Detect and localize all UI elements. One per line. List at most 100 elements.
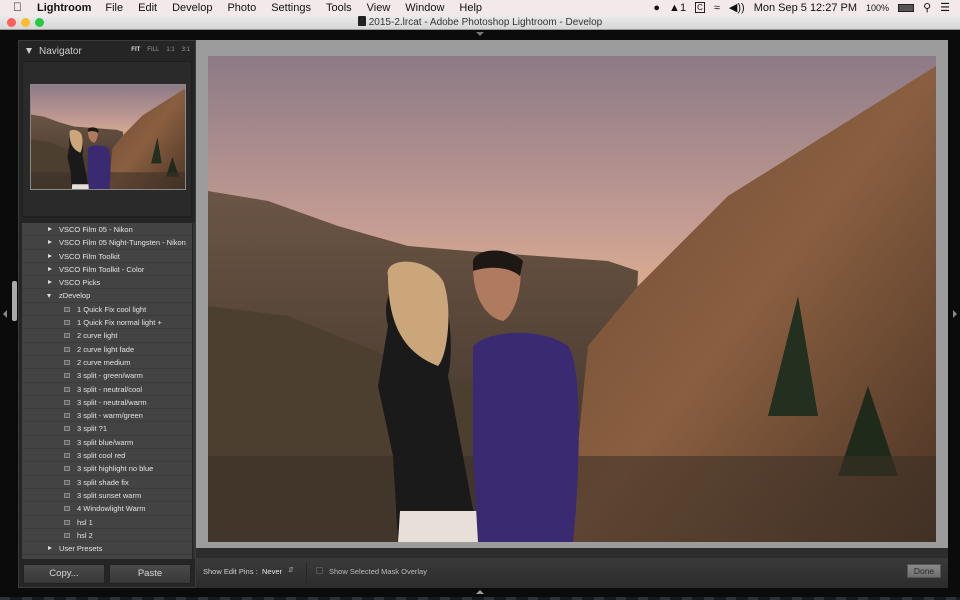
main-photo[interactable] bbox=[208, 56, 936, 542]
develop-toolbar: Show Edit Pins : Never ⇵ Show Selected M… bbox=[196, 558, 948, 588]
preset-item[interactable]: 3 split - warm/green bbox=[22, 409, 192, 423]
filmstrip-toggle-icon[interactable] bbox=[476, 590, 484, 594]
preset-icon bbox=[64, 373, 70, 379]
preset-item-label: hsl 2 bbox=[77, 530, 93, 540]
select-caret-icon[interactable]: ⇵ bbox=[288, 566, 294, 574]
navigator-zoom-options: FIT FILL 1:1 3:1 bbox=[131, 47, 190, 53]
menu-settings[interactable]: Settings bbox=[271, 2, 311, 14]
folder-expand-icon[interactable] bbox=[48, 280, 52, 285]
preset-item[interactable]: hsl 1 bbox=[22, 516, 192, 529]
preset-item[interactable]: 3 split shade fix bbox=[22, 476, 192, 489]
screen:  Lightroom File Edit Develop Photo Sett… bbox=[0, 0, 960, 600]
preset-item[interactable]: hsl 2 bbox=[22, 529, 192, 543]
preset-item[interactable]: 3 split sunset warm bbox=[22, 489, 192, 503]
preset-item[interactable]: 2 curve light bbox=[22, 329, 192, 343]
right-panel-toggle-icon[interactable] bbox=[953, 310, 957, 318]
preset-folder-label: VSCO Film 05 Night-Tungsten - Nikon bbox=[59, 238, 186, 248]
paste-settings-button[interactable]: Paste bbox=[109, 564, 191, 584]
volume-icon[interactable]: ◀)) bbox=[729, 1, 745, 14]
preset-icon bbox=[64, 506, 70, 512]
image-canvas bbox=[196, 40, 948, 548]
zoom-3-1[interactable]: 3:1 bbox=[182, 47, 190, 53]
preset-folder[interactable]: VSCO Film 05 - Nikon bbox=[22, 223, 192, 237]
menu-app-name[interactable]: Lightroom bbox=[37, 2, 91, 14]
folder-expand-icon[interactable] bbox=[48, 253, 52, 258]
navigator-thumbnail-image bbox=[31, 85, 185, 189]
window-title-text: 2015-2.lrcat - Adobe Photoshop Lightroom… bbox=[368, 17, 603, 28]
dropbox-icon[interactable]: ● bbox=[653, 2, 660, 14]
preset-item[interactable]: 3 split - neutral/warm bbox=[22, 396, 192, 410]
preset-item[interactable]: 2 curve medium bbox=[22, 356, 192, 370]
preset-item[interactable]: 2 curve light fade bbox=[22, 343, 192, 356]
presets-list: VSCO Film 05 - Nikon VSCO Film 05 Night-… bbox=[22, 223, 192, 559]
top-panel-toggle-icon[interactable] bbox=[476, 32, 484, 36]
creative-cloud-icon[interactable]: ▲1 bbox=[669, 2, 686, 14]
wifi-icon[interactable]: ≈ bbox=[714, 2, 720, 14]
preset-icon bbox=[64, 386, 70, 392]
folder-expand-icon[interactable] bbox=[48, 240, 52, 245]
navigator-thumbnail[interactable] bbox=[30, 84, 186, 190]
menu-tools[interactable]: Tools bbox=[326, 2, 352, 14]
preset-folder[interactable]: VSCO Picks bbox=[22, 276, 192, 290]
battery-icon[interactable] bbox=[898, 3, 915, 12]
preset-item[interactable]: 3 split cool red bbox=[22, 449, 192, 463]
zoom-fit[interactable]: FIT bbox=[131, 47, 140, 53]
spotlight-icon[interactable]: ⚲ bbox=[923, 1, 931, 14]
collapse-triangle-icon[interactable] bbox=[26, 48, 32, 54]
notification-center-icon[interactable]: ☰ bbox=[940, 1, 950, 14]
left-panel-scrollbar[interactable] bbox=[12, 281, 17, 321]
menu-photo[interactable]: Photo bbox=[227, 2, 256, 14]
preset-item[interactable]: 1 Quick Fix cool light bbox=[22, 303, 192, 317]
preset-icon bbox=[64, 466, 70, 472]
preset-folder[interactable]: VSCO Film Toolkit - Color bbox=[22, 263, 192, 277]
folder-expand-icon[interactable] bbox=[48, 546, 52, 551]
folder-expand-icon[interactable] bbox=[48, 227, 52, 231]
menu-file[interactable]: File bbox=[105, 2, 123, 14]
edit-pins-select[interactable]: Never bbox=[262, 567, 282, 576]
folder-expand-icon[interactable] bbox=[48, 266, 52, 271]
copy-settings-button[interactable]: Copy... bbox=[23, 564, 105, 584]
presets-scrollbar[interactable] bbox=[193, 223, 195, 559]
preset-item[interactable]: 4 Windowlight Warm bbox=[22, 502, 192, 516]
preset-item-label: 3 split ?1 bbox=[77, 424, 108, 434]
preset-folder[interactable]: VSCO Film 05 Night-Tungsten - Nikon bbox=[22, 236, 192, 250]
zoom-1-1[interactable]: 1:1 bbox=[166, 47, 174, 53]
preset-item-label: 3 split - green/warm bbox=[77, 371, 143, 381]
preset-icon bbox=[64, 320, 70, 326]
clock[interactable]: Mon Sep 5 12:27 PM bbox=[754, 2, 857, 14]
window-title: 2015-2.lrcat - Adobe Photoshop Lightroom… bbox=[0, 15, 960, 30]
preset-folder[interactable]: User Presets bbox=[22, 542, 192, 556]
preset-item-label: 3 split cool red bbox=[77, 451, 126, 461]
menu-view[interactable]: View bbox=[367, 2, 391, 14]
navigator-preview bbox=[22, 61, 192, 217]
preset-folder-label: User Presets bbox=[59, 544, 103, 554]
done-button[interactable]: Done bbox=[907, 564, 941, 578]
apple-menu-icon[interactable]:  bbox=[13, 0, 27, 15]
navigator-title: Navigator bbox=[39, 45, 82, 57]
menu-help[interactable]: Help bbox=[459, 2, 482, 14]
mask-overlay-checkbox[interactable] bbox=[316, 567, 323, 574]
preset-folder-open[interactable]: zDevelop bbox=[22, 289, 192, 303]
preset-item[interactable]: 3 split highlight no blue bbox=[22, 462, 192, 476]
preset-item[interactable]: 3 split - green/warm bbox=[22, 369, 192, 383]
preset-folder[interactable]: VSCO Film Toolkit bbox=[22, 250, 192, 263]
menu-edit[interactable]: Edit bbox=[138, 2, 157, 14]
menu-window[interactable]: Window bbox=[405, 2, 444, 14]
adobe-count: 1 bbox=[679, 1, 687, 14]
edit-pins-label: Show Edit Pins : bbox=[203, 567, 258, 576]
left-panel: Navigator FIT FILL 1:1 3:1 VSCO Film 05 … bbox=[18, 40, 196, 588]
left-panel-toggle-icon[interactable] bbox=[3, 310, 7, 318]
mask-overlay-label[interactable]: Show Selected Mask Overlay bbox=[329, 567, 427, 576]
preset-item-label: 3 split shade fix bbox=[77, 477, 129, 487]
preset-item[interactable]: 3 split - neutral/cool bbox=[22, 383, 192, 396]
preset-item[interactable]: 3 split ?1 bbox=[22, 422, 192, 436]
menu-develop[interactable]: Develop bbox=[172, 2, 212, 14]
navigator-header[interactable]: Navigator FIT FILL 1:1 3:1 bbox=[19, 41, 195, 61]
folder-collapse-icon[interactable] bbox=[47, 294, 51, 299]
preset-item[interactable]: 1 Quick Fix normal light + bbox=[22, 316, 192, 330]
preset-item-label: 2 curve medium bbox=[77, 357, 131, 367]
cc-icon[interactable]: C bbox=[695, 2, 705, 13]
preset-item[interactable]: 3 split blue/warm bbox=[22, 436, 192, 450]
zoom-fill[interactable]: FILL bbox=[147, 47, 159, 53]
preset-icon bbox=[64, 479, 70, 485]
